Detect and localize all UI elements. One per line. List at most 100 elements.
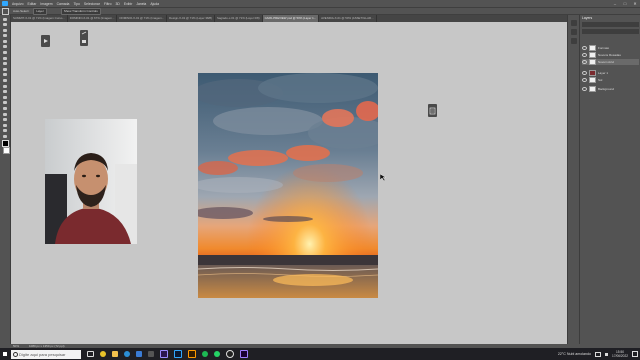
- layers-options-row[interactable]: [582, 29, 639, 34]
- eraser-tool-icon[interactable]: [2, 79, 8, 83]
- layers-panel-title[interactable]: Layers: [582, 16, 592, 20]
- hand-tool-icon[interactable]: [2, 123, 8, 127]
- marquee-tool-icon[interactable]: [2, 23, 8, 27]
- illustrator-icon[interactable]: [188, 350, 196, 358]
- network-icon[interactable]: [595, 351, 602, 357]
- photoshop-logo-icon: [2, 1, 8, 6]
- taskbar-search-input[interactable]: Digite aqui para pesquisar: [11, 349, 81, 359]
- chrome-icon[interactable]: [100, 351, 106, 357]
- spotify-icon[interactable]: [202, 351, 208, 357]
- healing-brush-tool-icon[interactable]: [2, 56, 8, 60]
- visibility-eye-icon[interactable]: [582, 53, 587, 57]
- tab-document-3[interactable]: DOMINIO-X-01 @ 71% (Imagem...: [117, 15, 168, 22]
- brush-tool-icon[interactable]: [2, 62, 8, 66]
- layer-row[interactable]: Nuvens Rosadas: [582, 52, 639, 58]
- zoom-tool-icon[interactable]: [2, 129, 8, 133]
- move-tool-icon[interactable]: [2, 7, 9, 15]
- minimize-button[interactable]: –: [610, 0, 620, 7]
- edge-icon[interactable]: [124, 351, 130, 357]
- start-button[interactable]: [0, 348, 10, 360]
- obs-icon[interactable]: [226, 350, 234, 358]
- layer-thumbnail: [589, 86, 596, 92]
- menu-editar[interactable]: Editar: [26, 2, 39, 6]
- adjustments-panel-icon[interactable]: [571, 38, 577, 44]
- crop-tool-icon[interactable]: [2, 39, 8, 43]
- menu-janela[interactable]: Janela: [134, 2, 148, 6]
- history-brush-tool-icon[interactable]: [2, 73, 8, 77]
- tab-document-6[interactable]: CAPA-PREVIEW psd @ 50% (Layer 1...: [262, 15, 320, 22]
- tab-document-5[interactable]: Sagrado-x-01 @ 71% (Layer 0/8): [215, 15, 263, 22]
- window-controls: – □ ✕: [610, 0, 640, 7]
- menu-imagem[interactable]: Imagem: [38, 2, 54, 6]
- menu-filtro[interactable]: Filtro: [102, 2, 114, 6]
- close-button[interactable]: ✕: [630, 0, 640, 7]
- menu-selecionar[interactable]: Selecionar: [82, 2, 102, 6]
- layer-thumbnail: [589, 52, 596, 58]
- after-effects-icon[interactable]: [240, 350, 248, 358]
- file-explorer-icon[interactable]: [112, 351, 118, 357]
- maximize-button[interactable]: □: [620, 0, 630, 7]
- layer-row[interactable]: Nuvem Azul: [582, 59, 639, 65]
- history-panel-icon[interactable]: [571, 20, 577, 26]
- frame-tool-icon[interactable]: [2, 45, 8, 49]
- dodge-tool-icon[interactable]: [2, 95, 8, 99]
- menu-3d[interactable]: 3D: [114, 2, 122, 6]
- swatches-panel-icon[interactable]: [571, 29, 577, 35]
- visibility-eye-icon[interactable]: [582, 87, 587, 91]
- premiere-icon[interactable]: [160, 350, 168, 358]
- more-tools-icon[interactable]: [2, 134, 8, 138]
- options-bar: Auto-Select: Layer Show Transform Contro…: [0, 7, 640, 15]
- layer-thumbnail: [589, 45, 596, 51]
- layer-row[interactable]: Layer 1: [582, 70, 639, 76]
- gradient-tool-icon[interactable]: [2, 84, 8, 88]
- mail-icon[interactable]: [136, 351, 142, 357]
- background-color-swatch[interactable]: [3, 146, 10, 154]
- layer-name: Formato: [598, 46, 610, 50]
- menu-exibir[interactable]: Exibir: [122, 2, 134, 6]
- tab-document-2[interactable]: DOMINIO-X-01 @ 67% (Imagem...: [68, 15, 118, 22]
- blur-tool-icon[interactable]: [2, 90, 8, 94]
- properties-icon[interactable]: [428, 104, 437, 117]
- tab-document-1[interactable]: SUMMIT-X-01 @ 71% (Imagem Curso...: [11, 15, 68, 22]
- auto-select-dropdown[interactable]: Layer: [33, 7, 47, 15]
- visibility-eye-icon[interactable]: [582, 71, 587, 75]
- auto-select-label: Auto-Select:: [13, 9, 30, 13]
- canvas-workspace[interactable]: [11, 22, 567, 344]
- visibility-eye-icon[interactable]: [582, 60, 587, 64]
- rectangle-tool-icon[interactable]: [2, 118, 8, 122]
- menu-camada[interactable]: Camada: [55, 2, 72, 6]
- layers-filter-row[interactable]: [582, 22, 639, 27]
- type-tool-icon[interactable]: [2, 107, 8, 111]
- move-tool-icon[interactable]: [2, 17, 8, 21]
- document-canvas[interactable]: [198, 73, 378, 298]
- quick-select-tool-icon[interactable]: [2, 34, 8, 38]
- menu-arquivo[interactable]: Arquivo: [10, 2, 26, 6]
- system-tray: 22°C Nubl amolando 15:50 17/06/2022: [558, 348, 638, 360]
- visibility-eye-icon[interactable]: [582, 78, 587, 82]
- layer-row[interactable]: Background: [582, 86, 639, 92]
- layer-row[interactable]: Formato: [582, 45, 639, 51]
- transform-controls-checkbox[interactable]: Show Transform Controls: [60, 7, 101, 15]
- visibility-eye-icon[interactable]: [582, 46, 587, 50]
- clock[interactable]: 15:50 17/06/2022: [612, 350, 628, 358]
- path-select-tool-icon[interactable]: [2, 112, 8, 116]
- layer-name: Sol: [598, 78, 603, 82]
- weather-widget[interactable]: 22°C Nubl amolando: [558, 352, 591, 356]
- edit-toolbar-icon[interactable]: [80, 30, 88, 46]
- menu-ajuda[interactable]: Ajuda: [148, 2, 161, 6]
- clone-stamp-tool-icon[interactable]: [2, 67, 8, 71]
- tab-document-4[interactable]: Design-X-01 @ 71% (Layer 38/8): [167, 15, 215, 22]
- pen-tool-icon[interactable]: [2, 101, 8, 105]
- store-icon[interactable]: [148, 351, 154, 357]
- notifications-icon[interactable]: [632, 351, 638, 357]
- volume-icon[interactable]: [605, 352, 609, 356]
- layer-row[interactable]: Sol: [582, 77, 639, 83]
- eyedropper-tool-icon[interactable]: [2, 51, 8, 55]
- whatsapp-icon[interactable]: [214, 351, 220, 357]
- lasso-tool-icon[interactable]: [2, 28, 8, 32]
- play-action-icon[interactable]: [41, 35, 50, 47]
- menu-tipo[interactable]: Tipo: [71, 2, 81, 6]
- photoshop-icon[interactable]: [174, 350, 182, 358]
- tab-document-7[interactable]: AVENIDA-X-01 @ 50% (ASSET/ILLAR...: [319, 15, 377, 22]
- task-view-icon[interactable]: [87, 351, 94, 357]
